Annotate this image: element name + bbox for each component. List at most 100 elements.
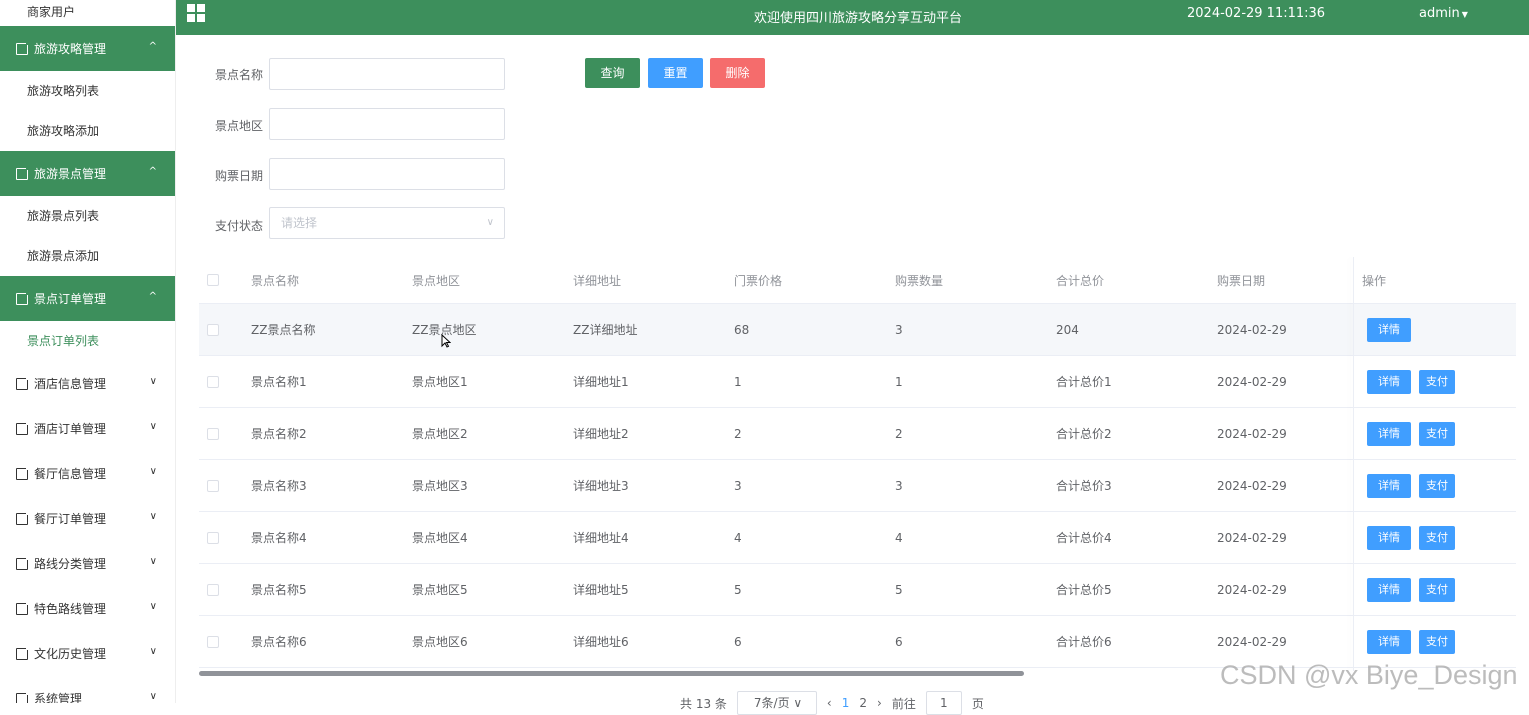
select-all-checkbox[interactable]	[207, 274, 219, 286]
sidebar-group-9[interactable]: 文化历史管理 ∨	[0, 631, 175, 676]
delete-button[interactable]: 删除	[710, 58, 765, 88]
topbar: 欢迎使用四川旅游攻略分享互动平台 2024-02-29 11:11:36 adm…	[176, 0, 1529, 35]
row-checkbox[interactable]	[207, 479, 219, 492]
chevron-down-icon: ∨	[149, 421, 157, 432]
orders-table: 景点名称 景点地区 详细地址 门票价格 购票数量 合计总价 购票日期 操作 ZZ景点名称 ZZ…	[199, 257, 1516, 671]
sidebar-group-1[interactable]: 旅游景点管理 ^	[0, 151, 175, 196]
pay-button[interactable]: 支付	[1419, 369, 1455, 394]
sidebar-group-label: 路线分类管理	[34, 557, 107, 571]
status-select[interactable]: 请选择 ∨	[269, 207, 505, 239]
menu-doc-icon	[16, 290, 30, 305]
column-header: 详细地址	[573, 273, 622, 288]
table-row[interactable]: 景点名称1 景点地区1 详细地址1 1 1 合计总价1 2024-02-29 详情 支付	[199, 356, 1516, 408]
pay-button[interactable]: 支付	[1419, 473, 1455, 498]
prev-page-icon[interactable]: ‹	[827, 696, 832, 710]
menu-doc-icon	[16, 420, 30, 435]
table-cell: 景点名称3	[251, 479, 307, 493]
sidebar-group-2[interactable]: 景点订单管理 ^	[0, 276, 175, 321]
row-checkbox[interactable]	[207, 427, 219, 440]
sidebar-group-6[interactable]: 餐厅订单管理 ∨	[0, 496, 175, 541]
table-row[interactable]: 景点名称3 景点地区3 详细地址3 3 3 合计总价3 2024-02-29 详情 支付	[199, 460, 1516, 512]
op-header: 操作	[1362, 273, 1387, 288]
page-1[interactable]: 1	[842, 696, 850, 710]
date-input[interactable]	[269, 158, 505, 190]
row-checkbox[interactable]	[207, 531, 219, 544]
sidebar-group-label: 餐厅订单管理	[34, 512, 107, 526]
table-cell: 2	[734, 426, 742, 441]
pay-button[interactable]: 支付	[1419, 577, 1455, 602]
row-checkbox[interactable]	[207, 635, 219, 648]
sidebar-item-merchant-users[interactable]: 商家用户	[0, 0, 175, 26]
sidebar-item-1-1[interactable]: 旅游景点添加	[0, 236, 175, 276]
status-placeholder: 请选择	[281, 216, 318, 230]
table-cell: 5	[895, 582, 903, 597]
table-cell: 合计总价4	[1056, 531, 1112, 545]
reset-button[interactable]: 重置	[648, 58, 703, 88]
sidebar-item-1-0[interactable]: 旅游景点列表	[0, 196, 175, 236]
row-checkbox[interactable]	[207, 583, 219, 596]
row-checkbox[interactable]	[207, 323, 219, 336]
goto-label: 前往	[891, 696, 916, 711]
sidebar-group-label: 特色路线管理	[34, 602, 107, 616]
name-input[interactable]	[269, 58, 505, 90]
sidebar-group-10[interactable]: 系统管理 ∨	[0, 676, 175, 703]
pay-button[interactable]: 支付	[1419, 525, 1455, 550]
table-cell: 3	[895, 322, 903, 337]
menu-doc-icon	[16, 165, 30, 180]
user-menu[interactable]: admin ▼	[1419, 6, 1468, 21]
sidebar-group-0[interactable]: 旅游攻略管理 ^	[0, 26, 175, 71]
detail-button[interactable]: 详情	[1367, 629, 1411, 654]
detail-button[interactable]: 详情	[1367, 473, 1411, 498]
sidebar-item-0-1[interactable]: 旅游攻略添加	[0, 111, 175, 151]
column-header: 景点地区	[412, 273, 461, 288]
table-cell: 景点地区2	[412, 427, 468, 441]
query-button[interactable]: 查询	[585, 58, 640, 88]
horizontal-scrollbar[interactable]	[199, 671, 1024, 676]
pagination: 共 13 条 7条/页 ∨ ‹ 1 2 › 前往 1 页	[680, 691, 984, 715]
table-cell: 景点地区5	[412, 583, 468, 597]
region-label: 景点地区	[215, 119, 264, 133]
next-page-icon[interactable]: ›	[877, 696, 882, 710]
menu-doc-icon	[16, 690, 30, 703]
detail-button[interactable]: 详情	[1367, 577, 1411, 602]
table-row[interactable]: ZZ景点名称 ZZ景点地区 ZZ详细地址 68 3 204 2024-02-29 详情	[199, 304, 1516, 356]
detail-button[interactable]: 详情	[1367, 317, 1411, 342]
sidebar-group-3[interactable]: 酒店信息管理 ∨	[0, 361, 175, 406]
goto-input[interactable]: 1	[925, 691, 962, 715]
chevron-down-icon: ∨	[486, 217, 494, 228]
page-2[interactable]: 2	[859, 696, 867, 710]
grid-menu-icon[interactable]	[187, 4, 205, 22]
sidebar-group-7[interactable]: 路线分类管理 ∨	[0, 541, 175, 586]
table-row[interactable]: 景点名称5 景点地区5 详细地址5 5 5 合计总价5 2024-02-29 详情 支付	[199, 564, 1516, 616]
username: admin	[1419, 6, 1460, 21]
sidebar-group-label: 餐厅信息管理	[34, 467, 107, 481]
row-checkbox[interactable]	[207, 375, 219, 388]
detail-button[interactable]: 详情	[1367, 421, 1411, 446]
pay-button[interactable]: 支付	[1419, 629, 1455, 654]
table-cell: ZZ景点名称	[251, 323, 316, 337]
sidebar-group-label: 文化历史管理	[34, 647, 107, 661]
table-cell: 68	[734, 322, 750, 337]
mouse-cursor-icon	[441, 334, 451, 348]
region-input[interactable]	[269, 108, 505, 140]
page-size-select[interactable]: 7条/页 ∨	[736, 691, 817, 715]
chevron-down-icon: ∨	[149, 511, 157, 522]
menu-doc-icon	[16, 40, 30, 55]
sidebar-item-2-0[interactable]: 景点订单列表	[0, 321, 175, 361]
table-cell: 详细地址1	[573, 375, 629, 389]
sidebar-item-0-0[interactable]: 旅游攻略列表	[0, 71, 175, 111]
detail-button[interactable]: 详情	[1367, 525, 1411, 550]
table-header: 景点名称 景点地区 详细地址 门票价格 购票数量 合计总价 购票日期 操作	[199, 257, 1516, 304]
chevron-up-icon: ^	[148, 166, 157, 177]
sidebar-group-4[interactable]: 酒店订单管理 ∨	[0, 406, 175, 451]
row-actions: 详情	[1354, 317, 1411, 342]
pay-button[interactable]: 支付	[1419, 421, 1455, 446]
sidebar-group-5[interactable]: 餐厅信息管理 ∨	[0, 451, 175, 496]
detail-button[interactable]: 详情	[1367, 369, 1411, 394]
sidebar-group-label: 景点订单管理	[34, 292, 107, 306]
table-row[interactable]: 景点名称2 景点地区2 详细地址2 2 2 合计总价2 2024-02-29 详情 支付	[199, 408, 1516, 460]
menu-doc-icon	[16, 645, 30, 660]
sidebar-group-8[interactable]: 特色路线管理 ∨	[0, 586, 175, 631]
row-actions: 详情 支付	[1354, 629, 1455, 654]
table-row[interactable]: 景点名称4 景点地区4 详细地址4 4 4 合计总价4 2024-02-29 详情 支付	[199, 512, 1516, 564]
